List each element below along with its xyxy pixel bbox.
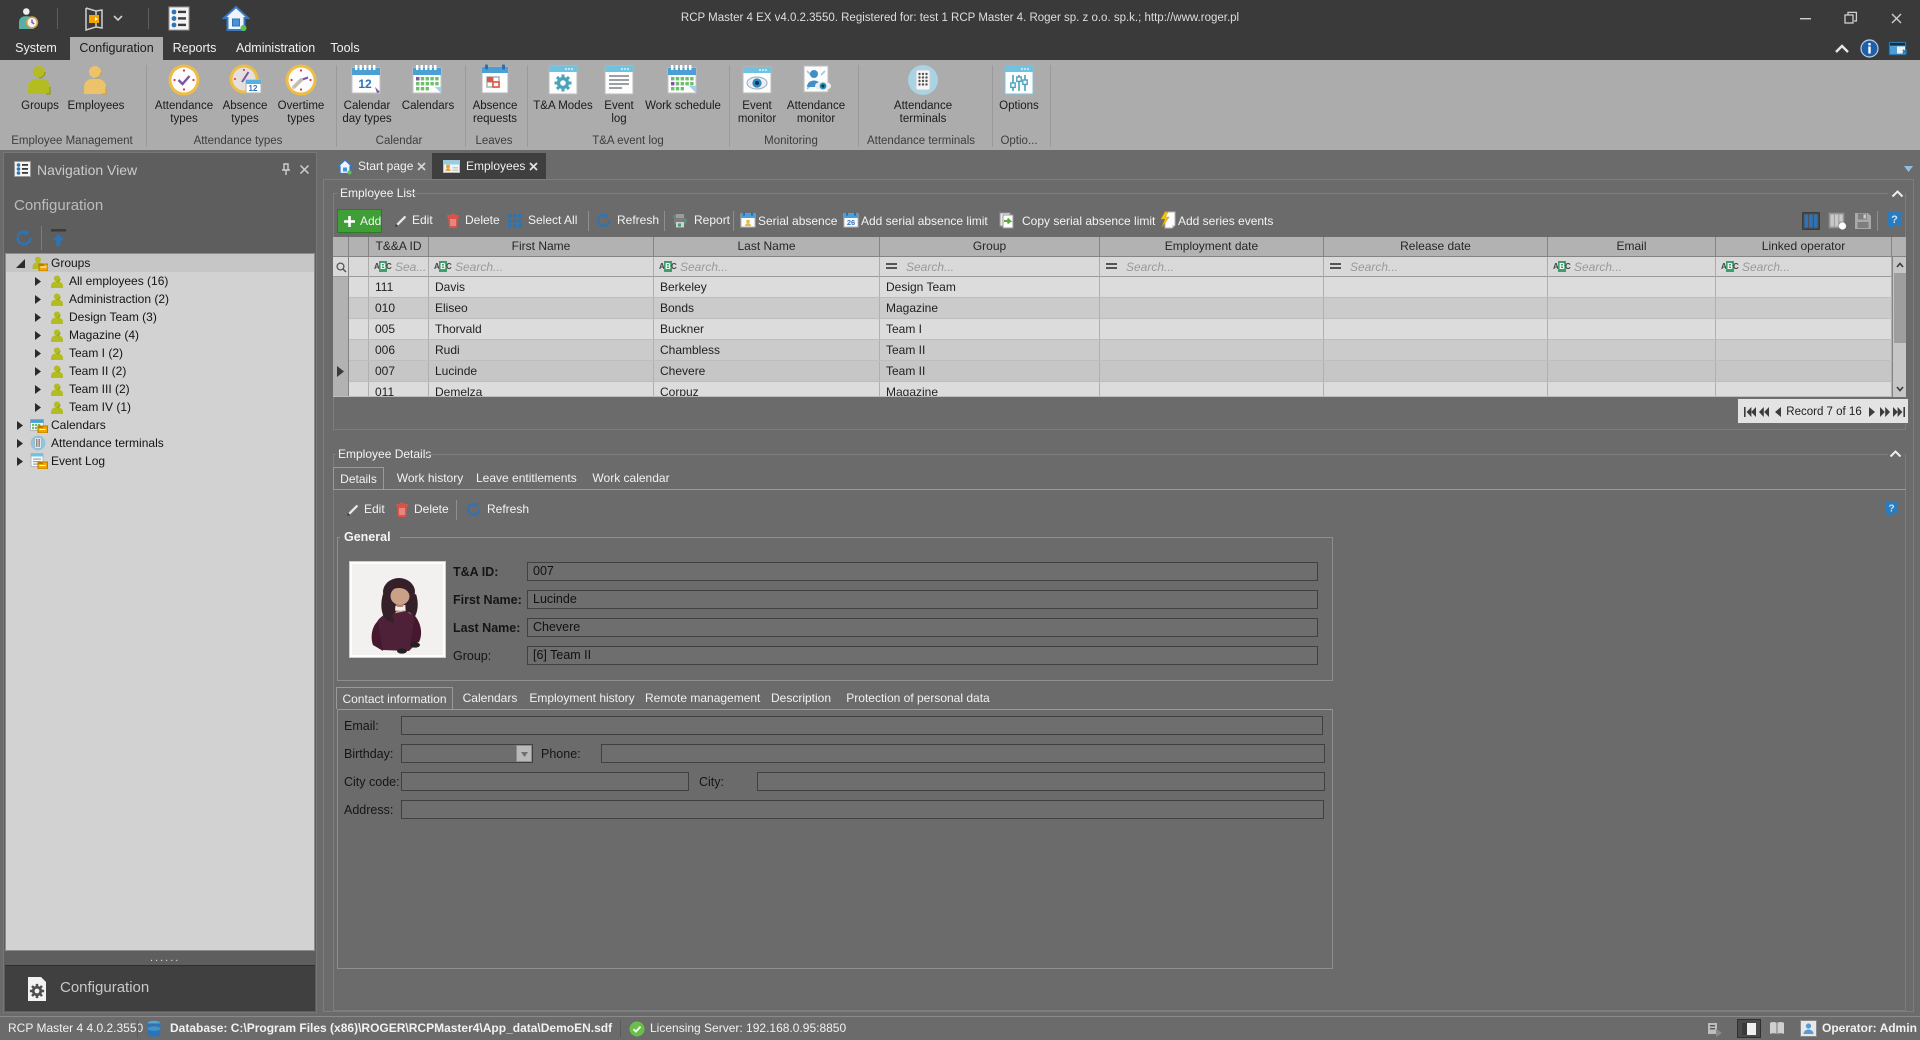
svg-text:12: 12 [249,84,258,93]
svg-text:12: 12 [358,77,372,91]
svg-text:26: 26 [847,218,855,227]
svg-text:?: ? [1888,504,1894,515]
svg-text:?: ? [1891,214,1898,226]
